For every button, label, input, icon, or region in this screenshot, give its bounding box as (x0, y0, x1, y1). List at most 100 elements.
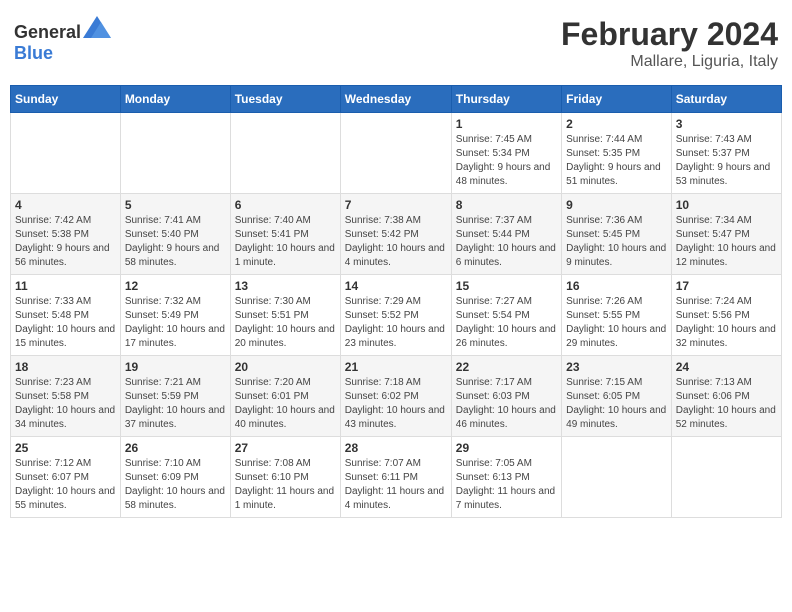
calendar-cell: 19 Sunrise: 7:21 AM Sunset: 5:59 PM Dayli… (120, 356, 230, 437)
calendar-cell (230, 113, 340, 194)
weekday-header-monday: Monday (120, 86, 230, 113)
day-info: Sunrise: 7:41 AM Sunset: 5:40 PM Dayligh… (125, 214, 226, 270)
calendar-cell: 17 Sunrise: 7:24 AM Sunset: 5:56 PM Dayli… (671, 275, 781, 356)
calendar-cell (11, 113, 121, 194)
calendar-cell: 8 Sunrise: 7:37 AM Sunset: 5:44 PM Daylig… (451, 194, 561, 275)
calendar-cell: 9 Sunrise: 7:36 AM Sunset: 5:45 PM Daylig… (562, 194, 672, 275)
day-info: Sunrise: 7:33 AM Sunset: 5:48 PM Dayligh… (15, 295, 116, 351)
day-number: 24 (676, 360, 777, 374)
weekday-header-saturday: Saturday (671, 86, 781, 113)
calendar-cell: 22 Sunrise: 7:17 AM Sunset: 6:03 PM Dayli… (451, 356, 561, 437)
day-number: 22 (456, 360, 557, 374)
day-info: Sunrise: 7:40 AM Sunset: 5:41 PM Dayligh… (235, 214, 336, 270)
day-number: 20 (235, 360, 336, 374)
calendar-cell (340, 113, 451, 194)
day-number: 10 (676, 198, 777, 212)
day-info: Sunrise: 7:45 AM Sunset: 5:34 PM Dayligh… (456, 133, 557, 189)
weekday-header-tuesday: Tuesday (230, 86, 340, 113)
calendar-cell: 12 Sunrise: 7:32 AM Sunset: 5:49 PM Dayli… (120, 275, 230, 356)
day-number: 14 (345, 279, 447, 293)
day-info: Sunrise: 7:26 AM Sunset: 5:55 PM Dayligh… (566, 295, 667, 351)
day-number: 21 (345, 360, 447, 374)
calendar-week-row: 18Sunrise: 7:23 AM Sunset: 5:58 PM Dayli… (11, 356, 782, 437)
day-number: 16 (566, 279, 667, 293)
day-info: Sunrise: 7:36 AM Sunset: 5:45 PM Dayligh… (566, 214, 667, 270)
location: Mallare, Liguria, Italy (561, 53, 778, 71)
day-number: 25 (15, 441, 116, 455)
calendar-cell: 15 Sunrise: 7:27 AM Sunset: 5:54 PM Dayli… (451, 275, 561, 356)
page-header: General Blue February 2024 Mallare, Ligu… (10, 10, 782, 77)
day-number: 26 (125, 441, 226, 455)
calendar-cell (120, 113, 230, 194)
calendar-cell: 7 Sunrise: 7:38 AM Sunset: 5:42 PM Daylig… (340, 194, 451, 275)
day-info: Sunrise: 7:07 AM Sunset: 6:11 PM Dayligh… (345, 457, 447, 513)
day-info: Sunrise: 7:18 AM Sunset: 6:02 PM Dayligh… (345, 376, 447, 432)
day-info: Sunrise: 7:42 AM Sunset: 5:38 PM Dayligh… (15, 214, 116, 270)
calendar-cell: 3 Sunrise: 7:43 AM Sunset: 5:37 PM Daylig… (671, 113, 781, 194)
day-number: 7 (345, 198, 447, 212)
day-number: 23 (566, 360, 667, 374)
calendar-week-row: 25 Sunrise: 7:12 AM Sunset: 6:07 PM Dayli… (11, 437, 782, 518)
calendar-cell: 18Sunrise: 7:23 AM Sunset: 5:58 PM Dayli… (11, 356, 121, 437)
calendar-header-row: SundayMondayTuesdayWednesdayThursdayFrid… (11, 86, 782, 113)
day-info: Sunrise: 7:05 AM Sunset: 6:13 PM Dayligh… (456, 457, 557, 513)
day-info: Sunrise: 7:17 AM Sunset: 6:03 PM Dayligh… (456, 376, 557, 432)
weekday-header-thursday: Thursday (451, 86, 561, 113)
day-number: 15 (456, 279, 557, 293)
calendar-cell: 27 Sunrise: 7:08 AM Sunset: 6:10 PM Dayli… (230, 437, 340, 518)
day-info: Sunrise: 7:38 AM Sunset: 5:42 PM Dayligh… (345, 214, 447, 270)
calendar-cell: 16 Sunrise: 7:26 AM Sunset: 5:55 PM Dayli… (562, 275, 672, 356)
month-title: February 2024 (561, 16, 778, 53)
day-info: Sunrise: 7:24 AM Sunset: 5:56 PM Dayligh… (676, 295, 777, 351)
day-number: 18 (15, 360, 116, 374)
day-info: Sunrise: 7:15 AM Sunset: 6:05 PM Dayligh… (566, 376, 667, 432)
weekday-header-friday: Friday (562, 86, 672, 113)
calendar-cell: 14Sunrise: 7:29 AM Sunset: 5:52 PM Dayli… (340, 275, 451, 356)
day-number: 2 (566, 117, 667, 131)
day-number: 9 (566, 198, 667, 212)
calendar-cell: 13 Sunrise: 7:30 AM Sunset: 5:51 PM Dayli… (230, 275, 340, 356)
calendar-cell (671, 437, 781, 518)
logo-general: General (14, 22, 81, 42)
logo-blue: Blue (14, 43, 53, 63)
day-info: Sunrise: 7:43 AM Sunset: 5:37 PM Dayligh… (676, 133, 777, 189)
title-section: February 2024 Mallare, Liguria, Italy (561, 16, 778, 71)
calendar-cell: 24 Sunrise: 7:13 AM Sunset: 6:06 PM Dayli… (671, 356, 781, 437)
weekday-header-sunday: Sunday (11, 86, 121, 113)
day-info: Sunrise: 7:27 AM Sunset: 5:54 PM Dayligh… (456, 295, 557, 351)
logo-icon (83, 16, 111, 38)
calendar-cell: 6 Sunrise: 7:40 AM Sunset: 5:41 PM Daylig… (230, 194, 340, 275)
day-number: 1 (456, 117, 557, 131)
calendar-table: SundayMondayTuesdayWednesdayThursdayFrid… (10, 85, 782, 518)
calendar-week-row: 4 Sunrise: 7:42 AM Sunset: 5:38 PM Daylig… (11, 194, 782, 275)
day-info: Sunrise: 7:30 AM Sunset: 5:51 PM Dayligh… (235, 295, 336, 351)
day-number: 3 (676, 117, 777, 131)
day-number: 8 (456, 198, 557, 212)
calendar-cell: 21 Sunrise: 7:18 AM Sunset: 6:02 PM Dayli… (340, 356, 451, 437)
calendar-cell: 5Sunrise: 7:41 AM Sunset: 5:40 PM Daylig… (120, 194, 230, 275)
day-info: Sunrise: 7:32 AM Sunset: 5:49 PM Dayligh… (125, 295, 226, 351)
calendar-cell: 1 Sunrise: 7:45 AM Sunset: 5:34 PM Daylig… (451, 113, 561, 194)
calendar-cell (562, 437, 672, 518)
day-number: 6 (235, 198, 336, 212)
day-info: Sunrise: 7:21 AM Sunset: 5:59 PM Dayligh… (125, 376, 226, 432)
day-number: 13 (235, 279, 336, 293)
calendar-cell: 23 Sunrise: 7:15 AM Sunset: 6:05 PM Dayli… (562, 356, 672, 437)
calendar-cell: 20 Sunrise: 7:20 AM Sunset: 6:01 PM Dayli… (230, 356, 340, 437)
day-number: 4 (15, 198, 116, 212)
day-number: 12 (125, 279, 226, 293)
day-info: Sunrise: 7:12 AM Sunset: 6:07 PM Dayligh… (15, 457, 116, 513)
day-number: 19 (125, 360, 226, 374)
day-info: Sunrise: 7:10 AM Sunset: 6:09 PM Dayligh… (125, 457, 226, 513)
day-info: Sunrise: 7:37 AM Sunset: 5:44 PM Dayligh… (456, 214, 557, 270)
calendar-cell: 11Sunrise: 7:33 AM Sunset: 5:48 PM Dayli… (11, 275, 121, 356)
day-info: Sunrise: 7:20 AM Sunset: 6:01 PM Dayligh… (235, 376, 336, 432)
day-number: 27 (235, 441, 336, 455)
day-info: Sunrise: 7:13 AM Sunset: 6:06 PM Dayligh… (676, 376, 777, 432)
logo: General Blue (14, 16, 111, 64)
day-number: 17 (676, 279, 777, 293)
day-info: Sunrise: 7:44 AM Sunset: 5:35 PM Dayligh… (566, 133, 667, 189)
weekday-header-wednesday: Wednesday (340, 86, 451, 113)
calendar-cell: 4 Sunrise: 7:42 AM Sunset: 5:38 PM Daylig… (11, 194, 121, 275)
day-info: Sunrise: 7:08 AM Sunset: 6:10 PM Dayligh… (235, 457, 336, 513)
